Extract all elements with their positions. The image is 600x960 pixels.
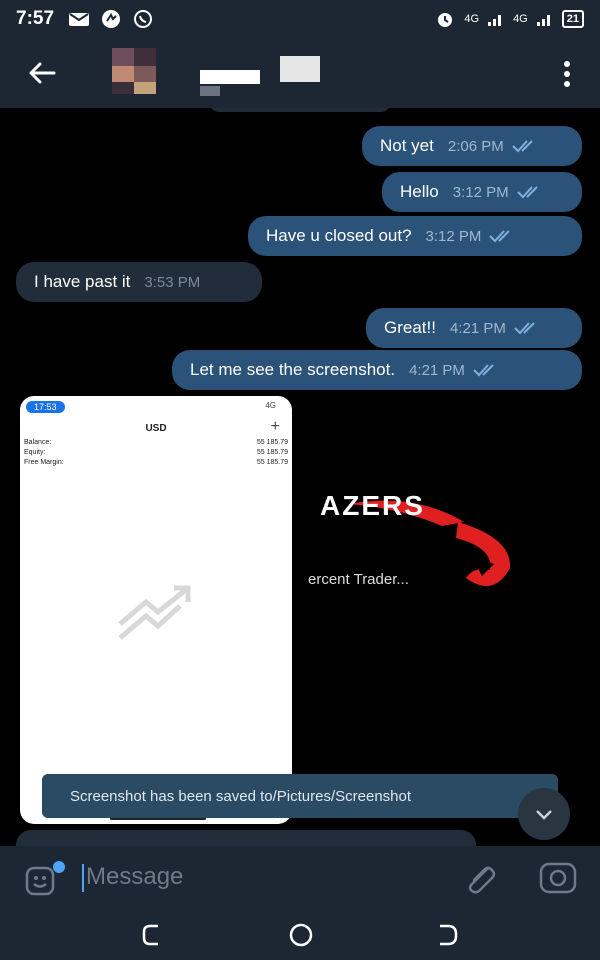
more-vertical-icon[interactable] [562, 60, 572, 88]
message-time: 3:12 PM [425, 227, 482, 245]
message-time: 4:21 PM [409, 361, 465, 379]
text-cursor [82, 864, 84, 892]
battery-indicator: 21 [561, 10, 584, 28]
message-outgoing[interactable]: Have u closed out? 3:12 PM [248, 216, 582, 256]
row-label: Free Margin: [24, 459, 64, 466]
double-check-icon [516, 186, 538, 199]
message-composer [0, 846, 600, 908]
notification-dot [53, 861, 65, 873]
status-time: 7:57 [16, 8, 55, 29]
message-text: Let me see the screenshot. [190, 360, 396, 379]
message-list[interactable]: Not yet 2:06 PM Hello 3:12 PM Have u clo… [0, 108, 600, 846]
message-input[interactable] [86, 862, 426, 892]
screenshot-row: Free Margin: 55 185.79 [24, 459, 288, 466]
alarm-icon [438, 13, 453, 27]
message-outgoing[interactable]: Not yet 2:06 PM [362, 126, 582, 166]
double-check-icon [489, 230, 511, 243]
screenshot-row: Equity: 55 185.79 [24, 449, 288, 456]
brand-name: AZERS [320, 490, 425, 521]
email-notification-icon [69, 13, 90, 26]
row-label: Balance: [24, 439, 52, 446]
message-time: 4:21 PM [449, 319, 506, 337]
recent-apps-icon[interactable] [138, 922, 168, 948]
signal-icon [488, 15, 502, 26]
message-incoming[interactable]: I have past it 3:53 PM [16, 262, 262, 302]
brand-tagline: ercent Trader... [308, 571, 409, 588]
network-type-label: 4G [464, 13, 480, 25]
home-icon[interactable] [286, 922, 316, 948]
row-value: 55 185.79 [256, 439, 288, 446]
message-text: Have u closed out? [266, 226, 412, 245]
message-outgoing[interactable]: Great!! 4:21 PM [366, 308, 582, 348]
next-message-partial [16, 830, 476, 846]
contact-name-redacted[interactable] [200, 70, 260, 84]
message-text: I have past it [34, 272, 131, 291]
screenshot-saved-toast: Screenshot has been saved to/Pictures/Sc… [42, 774, 558, 818]
signal-icon-2 [536, 15, 550, 26]
app-notification-icon [102, 10, 121, 28]
network-type-label-2: 4G [513, 13, 528, 25]
row-label: Equity: [24, 449, 46, 456]
chevron-down-icon [536, 810, 552, 820]
system-navigation-bar [0, 908, 600, 960]
screenshot-signal: 4G [265, 401, 276, 410]
back-nav-icon[interactable] [432, 922, 462, 948]
row-value: 55 185.79 [256, 459, 288, 466]
message-text: Not yet [380, 136, 434, 155]
row-value: 55 185.79 [256, 449, 288, 456]
status-bar: 7:57 4G 4G 21 [0, 0, 600, 38]
message-outgoing[interactable]: Let me see the screenshot. 4:21 PM [172, 350, 582, 390]
paperclip-icon[interactable] [462, 862, 498, 894]
contact-name-redacted-2 [280, 56, 320, 82]
back-button[interactable] [14, 45, 70, 101]
camera-icon[interactable] [538, 860, 578, 894]
contact-status-redacted [200, 86, 220, 96]
chat-header [0, 38, 600, 108]
screenshot-row: Balance: 55 185.79 [24, 439, 288, 446]
message-time: 2:06 PM [447, 137, 504, 155]
plus-icon: + [270, 418, 280, 435]
message-text: Great!! [384, 318, 436, 337]
shared-screenshot-image[interactable]: 17:53 4G USD + Balance: 55 185.79 Equity… [20, 396, 292, 824]
whatsapp-icon [134, 10, 153, 28]
double-check-icon [512, 140, 533, 153]
trading-chart-icon [118, 585, 191, 640]
message-time: 3:12 PM [452, 183, 509, 201]
screenshot-time-badge: 17:53 [26, 401, 65, 413]
double-check-icon [473, 364, 494, 377]
arrow-left-icon [29, 62, 56, 84]
message-time: 3:53 PM [144, 273, 201, 291]
message-outgoing[interactable]: Hello 3:12 PM [382, 172, 582, 212]
previous-message-partial [210, 108, 390, 112]
message-text: Hello [400, 182, 439, 201]
scroll-down-button[interactable] [518, 788, 570, 840]
screenshot-title: USD [145, 423, 167, 434]
double-check-icon [514, 322, 535, 335]
contact-avatar[interactable] [106, 48, 172, 98]
